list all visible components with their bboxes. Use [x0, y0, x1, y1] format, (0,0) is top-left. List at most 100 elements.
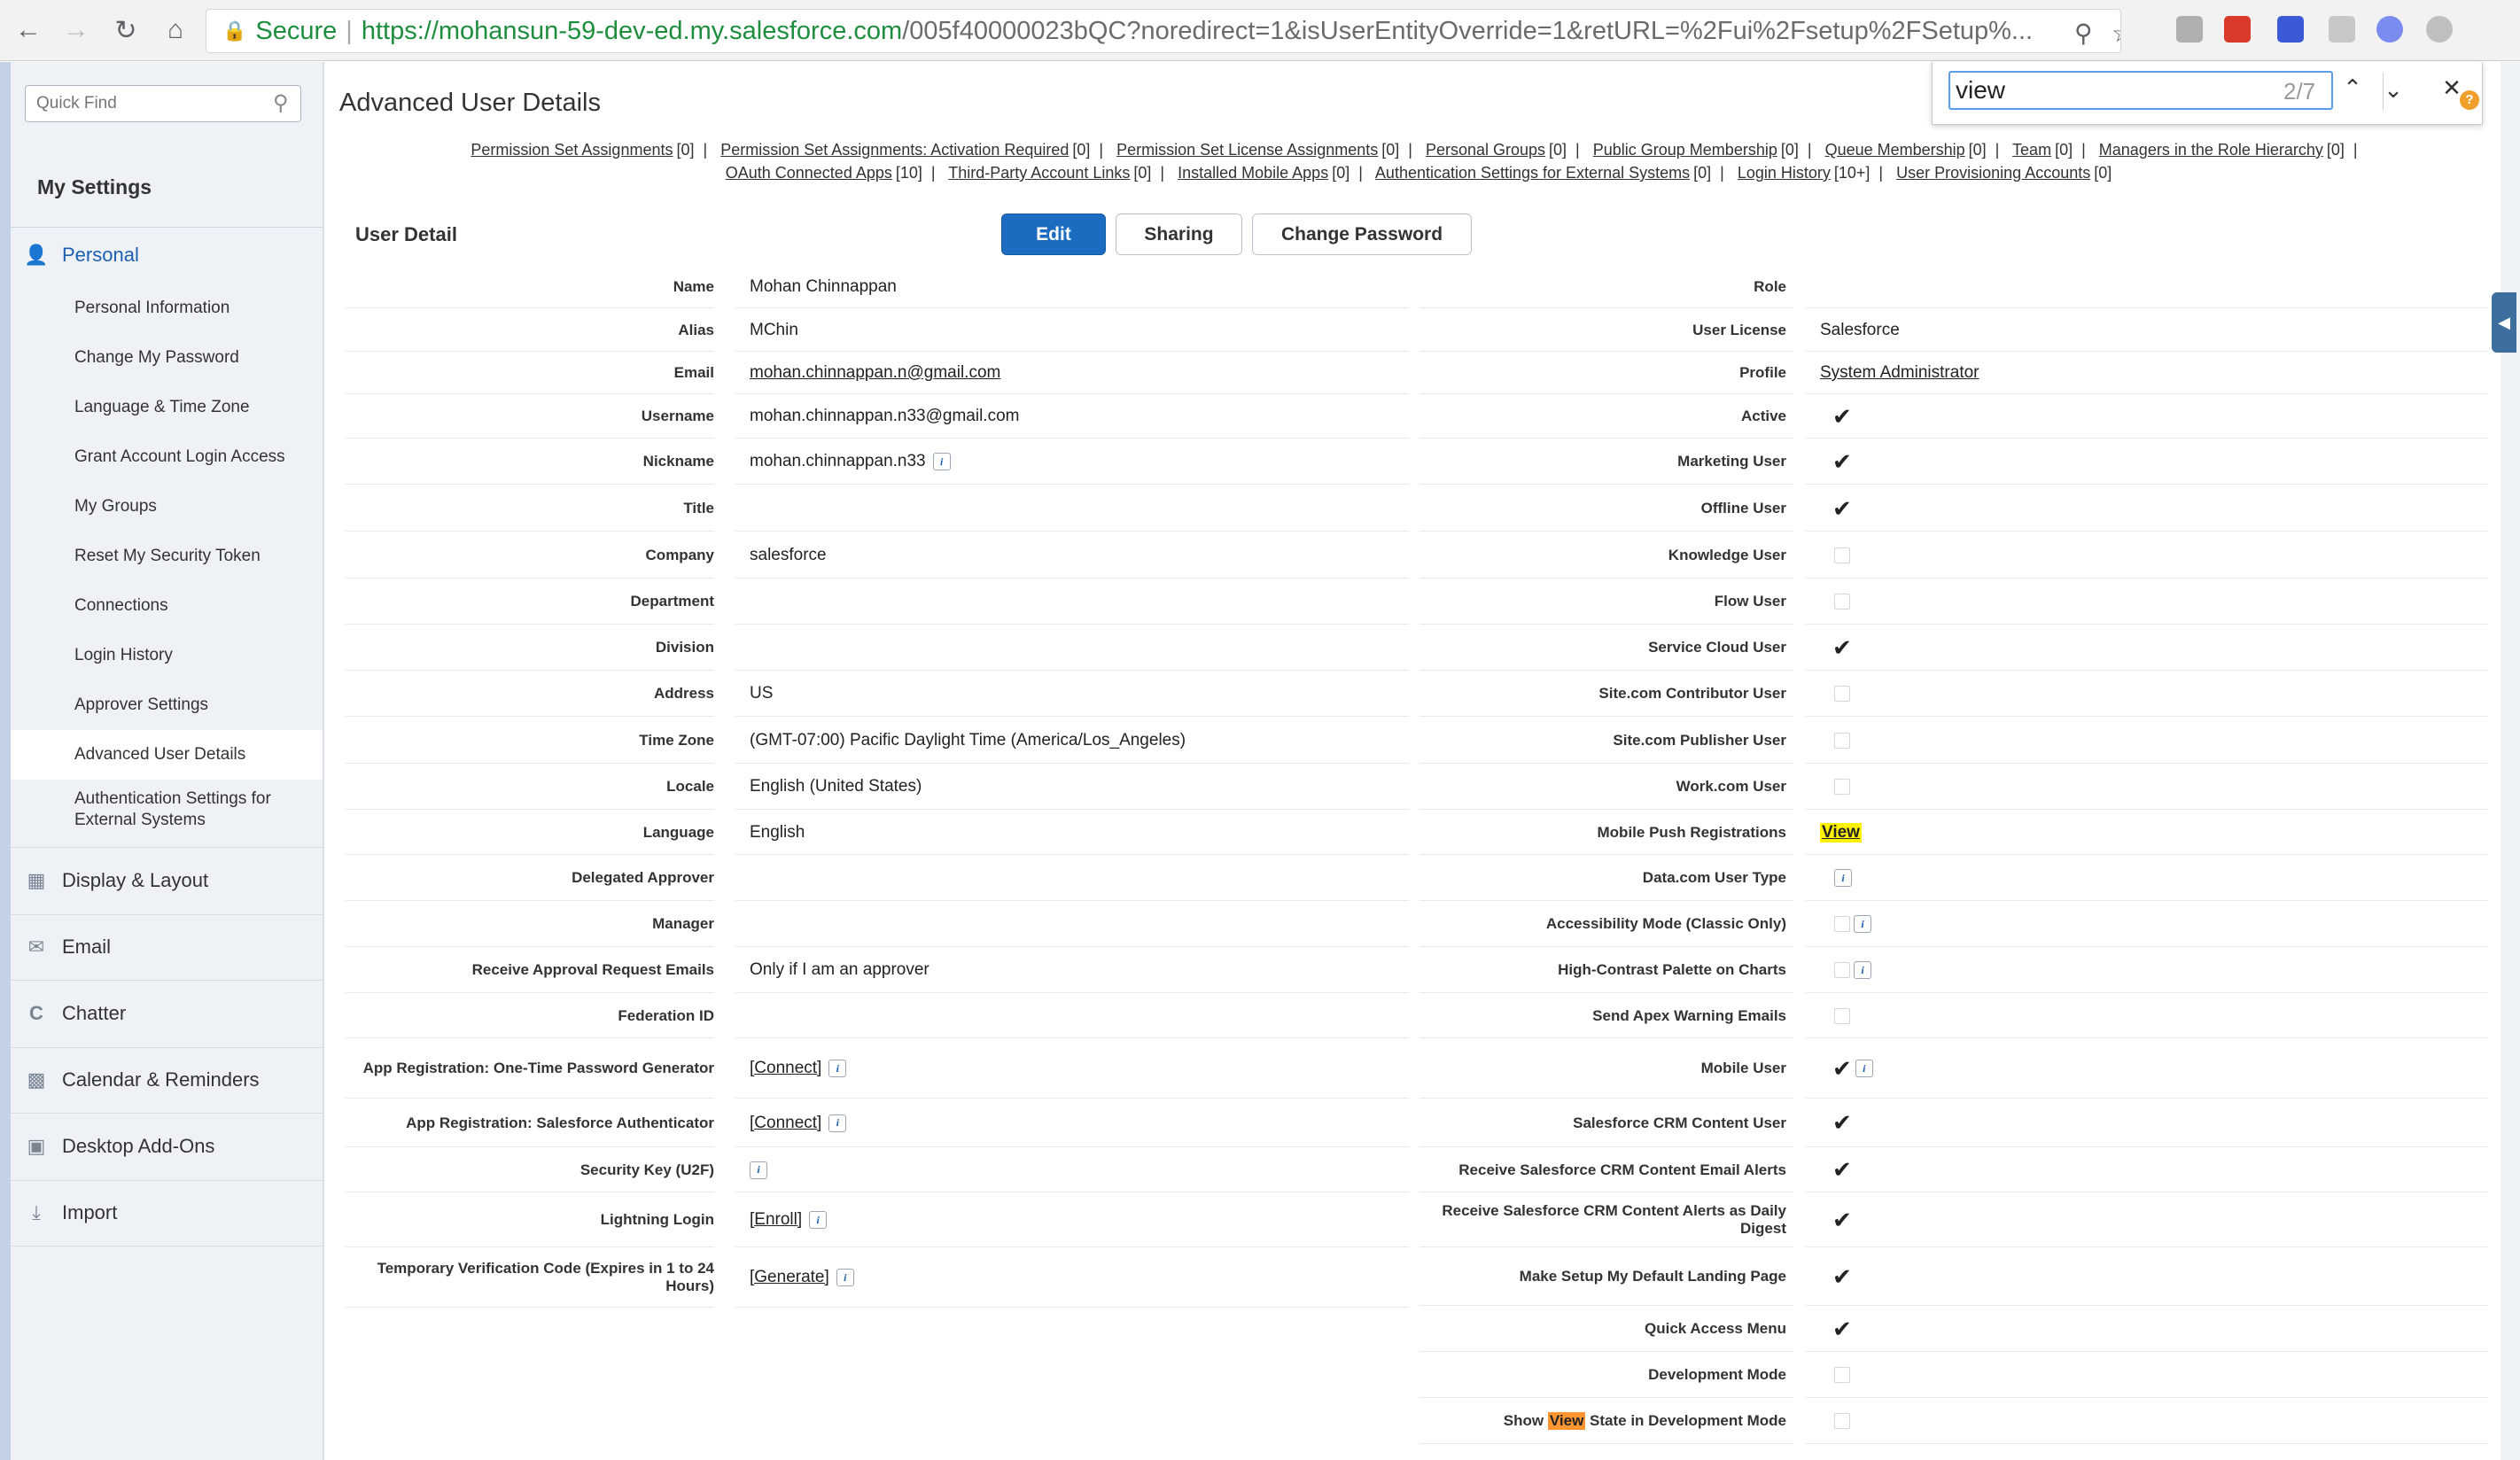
sidebar-item-authentication-settings[interactable]: Authentication Settings for External Sys… [11, 781, 323, 838]
related-link[interactable]: Permission Set Assignments: Activation R… [720, 141, 1069, 159]
sidebar-section-display-layout[interactable]: ▦ Display & Layout [11, 847, 323, 914]
sidebar-section-desktop-add-ons[interactable]: ▣ Desktop Add-Ons [11, 1113, 323, 1180]
sharing-button[interactable]: Sharing [1116, 214, 1242, 255]
info-icon[interactable]: i [1855, 1060, 1873, 1077]
sidebar-section-calendar-reminders[interactable]: ▩ Calendar & Reminders [11, 1047, 323, 1113]
help-icon[interactable]: ? [2460, 90, 2479, 110]
row-divider [735, 484, 1409, 485]
extension-icon[interactable] [2176, 16, 2203, 43]
sidebar-item-label: Login History [74, 646, 173, 664]
related-link[interactable]: Personal Groups [1426, 141, 1545, 159]
field-row: Address US [346, 671, 1409, 717]
checkbox-unchecked [1834, 733, 1850, 749]
extension-icon[interactable] [2376, 16, 2403, 43]
field-link[interactable]: [Connect] [750, 1059, 821, 1078]
zoom-icon[interactable]: ⚲ [2074, 19, 2093, 48]
related-link[interactable]: Queue Membership [1825, 141, 1965, 159]
desktop-icon: ▣ [27, 1135, 46, 1157]
sidebar-item-grant-account-login-access[interactable]: Grant Account Login Access [11, 432, 323, 482]
field-link[interactable]: System Administrator [1820, 363, 1979, 383]
sidebar-section-import[interactable]: ⤓ Import [11, 1180, 323, 1246]
field-text: (GMT-07:00) Pacific Daylight Time (Ameri… [750, 731, 1186, 749]
view-link[interactable]: View [1820, 823, 1862, 843]
scrollbar[interactable] [2501, 62, 2520, 1460]
related-link[interactable]: User Provisioning Accounts [1896, 164, 2090, 182]
field-row: Mobile Push Registrations View [1419, 811, 2488, 855]
quick-find-input[interactable] [25, 85, 301, 122]
sidebar-section-personal[interactable]: 👤 Personal [11, 227, 323, 283]
related-link[interactable]: Team [2012, 141, 2051, 159]
link-separator: | [703, 141, 708, 159]
info-icon[interactable]: i [809, 1211, 828, 1229]
bookmark-star-icon[interactable]: ☆ [2112, 19, 2120, 48]
back-arrow-icon[interactable]: ← [11, 12, 46, 48]
info-icon[interactable]: i [1854, 961, 1871, 979]
find-input[interactable] [1948, 71, 2333, 110]
sidebar-section-email[interactable]: ✉ Email [11, 914, 323, 980]
field-label: Data.com User Type [1642, 869, 1786, 886]
sidebar-item-approver-settings[interactable]: Approver Settings [11, 680, 323, 730]
field-link[interactable]: mohan.chinnappan.n@gmail.com [750, 363, 1000, 383]
field-text: US [750, 684, 774, 703]
related-link[interactable]: Managers in the Role Hierarchy [2099, 141, 2323, 159]
extension-icon[interactable] [2224, 16, 2251, 43]
sidebar-item-advanced-user-details[interactable]: Advanced User Details [11, 730, 323, 780]
field-value: i [750, 1147, 767, 1192]
sidebar-item-connections[interactable]: Connections [11, 581, 323, 631]
sidebar-item-language-time-zone[interactable]: Language & Time Zone [11, 383, 323, 432]
info-icon[interactable]: i [828, 1060, 847, 1077]
change-password-button[interactable]: Change Password [1252, 214, 1472, 255]
edit-button[interactable]: Edit [1001, 214, 1106, 255]
sidebar-item-personal-information[interactable]: Personal Information [11, 283, 323, 333]
related-link[interactable]: Permission Set License Assignments [1116, 141, 1378, 159]
row-divider [1419, 531, 1793, 532]
find-next-chevron-down-icon[interactable]: ⌃ [2376, 74, 2411, 102]
extension-icon[interactable] [2329, 16, 2355, 43]
forward-arrow-icon[interactable]: → [58, 12, 94, 48]
find-previous-chevron-up-icon[interactable]: ⌃ [2335, 74, 2370, 102]
related-link[interactable]: Third-Party Account Links [948, 164, 1130, 182]
sidebar-item-label: Authentication Settings for External Sys… [74, 789, 271, 829]
sidebar-item-change-my-password[interactable]: Change My Password [11, 333, 323, 383]
extension-icon[interactable] [2277, 16, 2304, 43]
field-value: [Connect] i [750, 1038, 847, 1099]
sidebar-item-login-history[interactable]: Login History [11, 631, 323, 680]
info-icon[interactable]: i [750, 1161, 767, 1179]
field-link[interactable]: [Connect] [750, 1114, 821, 1133]
related-link[interactable]: Login History [1738, 164, 1831, 182]
checkmark-icon: ✔ [1832, 402, 1852, 430]
info-icon[interactable]: i [932, 453, 951, 470]
field-link[interactable]: [Enroll] [750, 1210, 802, 1230]
row-divider [1806, 531, 2488, 532]
row-divider [346, 1307, 714, 1308]
field-text: salesforce [750, 546, 827, 564]
address-bar[interactable]: 🔒 Secure | https://mohansun-59-dev-ed.my… [206, 9, 2121, 53]
checkmark-icon: ✔ [1832, 494, 1852, 522]
user-detail-title: User Detail [355, 223, 457, 245]
sidebar-section-chatter[interactable]: C Chatter [11, 980, 323, 1047]
related-link[interactable]: Permission Set Assignments [471, 141, 673, 159]
field-label: Locale [666, 778, 714, 795]
related-link-count: [0] [1072, 141, 1091, 159]
related-link[interactable]: Installed Mobile Apps [1178, 164, 1328, 182]
extension-icon[interactable] [2426, 16, 2453, 43]
field-label: Site.com Publisher User [1613, 732, 1786, 749]
reload-icon[interactable]: ↻ [108, 12, 144, 48]
related-link[interactable]: Authentication Settings for External Sys… [1375, 164, 1690, 182]
collapse-panel-icon[interactable]: ◀ [2492, 292, 2516, 353]
sidebar-item-reset-security-token[interactable]: Reset My Security Token [11, 532, 323, 581]
info-icon[interactable]: i [828, 1114, 847, 1132]
field-value [1820, 1352, 1850, 1398]
info-icon[interactable]: i [1854, 915, 1871, 933]
field-label: App Registration: Salesforce Authenticat… [406, 1114, 714, 1131]
page-title: Advanced User Details [339, 89, 601, 117]
related-link[interactable]: Public Group Membership [1593, 141, 1777, 159]
related-link-count: [10+] [1833, 164, 1871, 182]
field-row: Name Mohan Chinnappan [346, 266, 1409, 308]
info-icon[interactable]: i [836, 1269, 854, 1286]
info-icon[interactable]: i [1834, 869, 1852, 887]
related-link[interactable]: OAuth Connected Apps [726, 164, 892, 182]
home-icon[interactable]: ⌂ [158, 12, 193, 48]
field-link[interactable]: [Generate] [750, 1268, 829, 1287]
sidebar-item-my-groups[interactable]: My Groups [11, 482, 323, 532]
